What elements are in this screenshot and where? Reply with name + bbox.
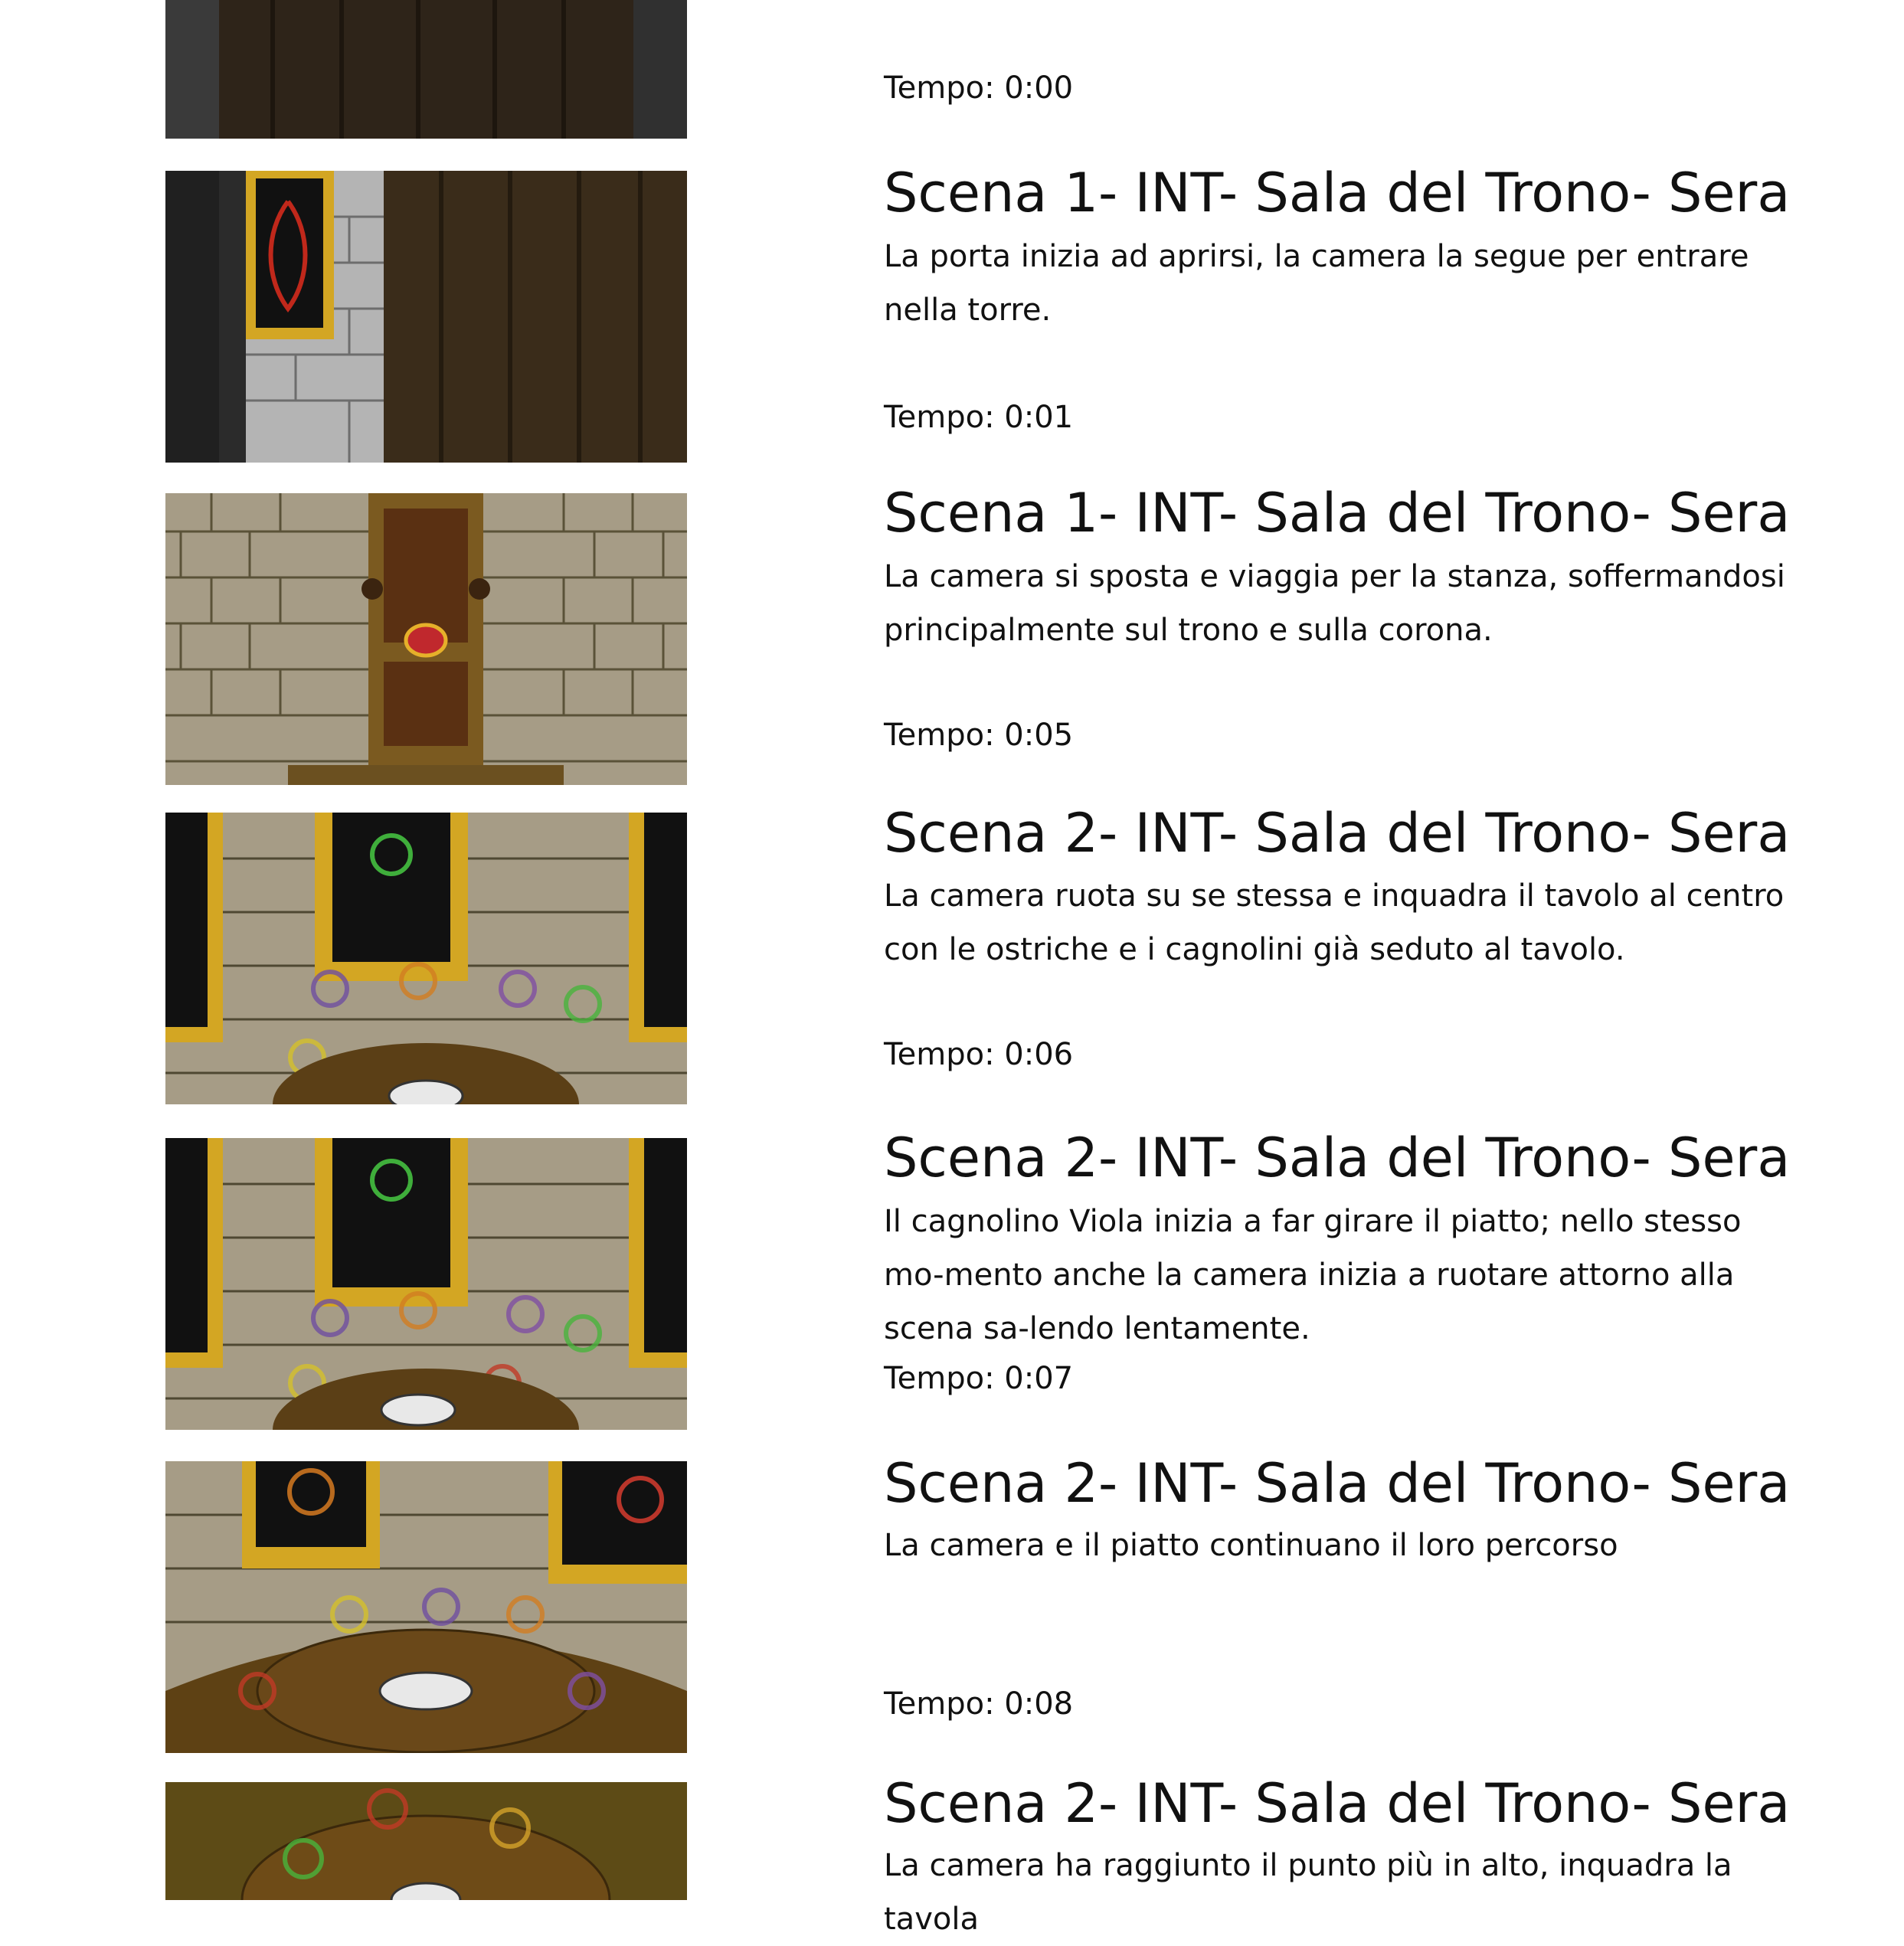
scene-description: La porta inizia ad aprirsi, la camera la…	[884, 239, 1749, 328]
tempo-label: Tempo: 0:07	[884, 1361, 1074, 1396]
scene-heading: Scena 2- INT- Sala del Trono- Sera	[884, 1127, 1791, 1189]
storyboard-frame-door-closed	[165, 0, 687, 139]
tempo-label: Tempo: 0:00	[884, 70, 1074, 106]
storyboard-frame-table-top-view	[165, 1782, 687, 1900]
storyboard-frame-table-dogs	[165, 813, 687, 1104]
scene-heading: Scena 2- INT- Sala del Trono- Sera	[884, 1772, 1791, 1835]
tempo-label: Tempo: 0:01	[884, 400, 1074, 435]
storyboard-frame-door-opening	[165, 171, 687, 463]
tempo-label: Tempo: 0:06	[884, 1037, 1074, 1072]
scene-description: La camera e il piatto continuano il loro…	[884, 1528, 1618, 1563]
scene-heading: Scena 1- INT- Sala del Trono- Sera	[884, 482, 1791, 545]
tempo-label: Tempo: 0:05	[884, 718, 1074, 753]
scene-description: La camera ruota su se stessa e inquadra …	[884, 878, 1785, 967]
scene-description: La camera si sposta e viaggia per la sta…	[884, 559, 1785, 648]
scene-description: Il cagnolino Viola inizia a far girare i…	[884, 1204, 1742, 1346]
scene-heading: Scena 2- INT- Sala del Trono- Sera	[884, 1452, 1791, 1515]
scene-description: La camera ha raggiunto il punto più in a…	[884, 1848, 1732, 1937]
storyboard-frame-table-dogs-spin	[165, 1138, 687, 1430]
tempo-label: Tempo: 0:08	[884, 1686, 1074, 1722]
scene-heading: Scena 2- INT- Sala del Trono- Sera	[884, 802, 1791, 865]
storyboard-frame-throne-crown	[165, 493, 687, 785]
storyboard-frame-table-rising	[165, 1461, 687, 1753]
scene-heading: Scena 1- INT- Sala del Trono- Sera	[884, 162, 1791, 224]
